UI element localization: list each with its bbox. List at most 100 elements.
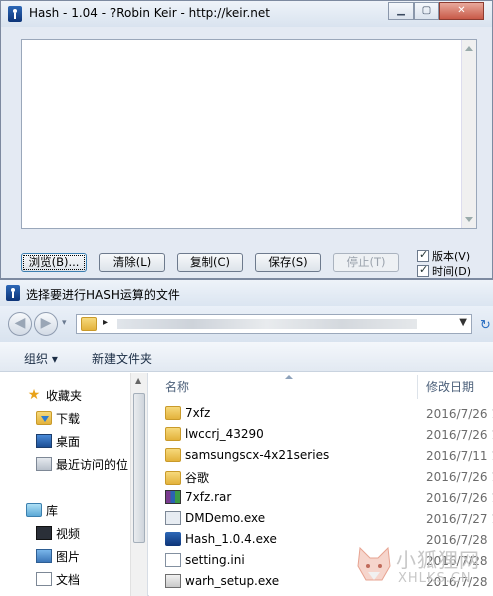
library-icon <box>26 503 42 517</box>
nav-item-recent[interactable]: 最近访问的位 <box>36 456 128 472</box>
forward-button[interactable]: ▶ <box>34 312 58 336</box>
video-icon <box>36 526 52 540</box>
hash-output-area[interactable] <box>21 39 477 229</box>
recent-pages-chevron-icon[interactable]: ▾ <box>62 318 67 328</box>
file-row[interactable]: DMDemo.exe 2016/7/27 1 <box>149 508 493 529</box>
file-name: 7xfz.rar <box>185 490 232 504</box>
version-label: 版本(V) <box>432 250 471 263</box>
hash-window: Hash - 1.04 - ?Robin Keir - http://keir.… <box>0 0 493 279</box>
file-name-cell: lwccrj_43290 <box>165 427 264 441</box>
file-name: lwccrj_43290 <box>185 427 264 441</box>
version-checkbox[interactable] <box>417 248 429 262</box>
nav-item-downloads[interactable]: 下载 <box>36 410 80 426</box>
maximize-icon: ▢ <box>421 5 432 16</box>
time-option[interactable]: 时间(D) <box>417 263 472 278</box>
back-button[interactable]: ◀ <box>8 312 32 336</box>
nav-item-libraries[interactable]: 库 <box>26 502 58 518</box>
folder-icon <box>165 406 181 420</box>
file-name-cell: DMDemo.exe <box>165 511 265 525</box>
column-header-name[interactable]: 名称 <box>165 373 189 401</box>
picture-icon <box>36 549 52 563</box>
nav-item-favorites[interactable]: ★ 收藏夹 <box>26 387 82 403</box>
nav-item-documents[interactable]: 文档 <box>36 571 80 587</box>
column-separator[interactable] <box>417 375 418 399</box>
file-row[interactable]: lwccrj_43290 2016/7/26 1 <box>149 424 493 445</box>
copy-button[interactable]: 复制(C) <box>177 253 243 272</box>
scroll-down-icon[interactable] <box>465 217 473 222</box>
file-date: 2016/7/26 1 <box>426 428 493 442</box>
nav-item-pictures[interactable]: 图片 <box>36 548 80 564</box>
scroll-up-icon[interactable]: ▲ <box>135 376 141 385</box>
document-icon <box>36 572 52 586</box>
desktop-icon <box>36 434 52 448</box>
dialog-toolbar: 组织 ▾ 新建文件夹 <box>0 342 493 372</box>
file-row[interactable]: 7xfz.rar 2016/7/26 1 <box>149 487 493 508</box>
nav-item-desktop[interactable]: 桌面 <box>36 433 80 449</box>
watermark-en: XHLKS.CN <box>398 571 472 586</box>
ini-icon <box>165 553 181 567</box>
close-icon: ✕ <box>457 5 466 16</box>
file-name: 7xfz <box>185 406 211 420</box>
version-option[interactable]: 版本(V) <box>417 248 471 263</box>
address-bar[interactable]: ▸ ▼ <box>76 314 472 334</box>
file-date: 2016/7/27 1 <box>426 512 493 526</box>
address-path-blurred <box>117 319 417 329</box>
nav-label: 最近访问的位 <box>56 457 129 472</box>
time-checkbox[interactable] <box>417 263 429 277</box>
save-button[interactable]: 保存(S) <box>255 253 321 272</box>
breadcrumb-arrow-icon[interactable]: ▸ <box>103 317 108 328</box>
file-name-cell: 谷歌 <box>165 469 209 486</box>
file-name-cell: 7xfz <box>165 406 210 420</box>
nav-label: 下载 <box>56 411 81 426</box>
organize-button[interactable]: 组织 ▾ <box>24 350 58 367</box>
exe-icon <box>165 511 181 525</box>
address-dropdown-icon[interactable]: ▼ <box>459 317 467 328</box>
stop-button[interactable]: 停止(T) <box>333 253 399 272</box>
folder-icon <box>81 317 97 331</box>
time-label: 时间(D) <box>432 265 472 278</box>
file-row[interactable]: samsungscx-4x21series 2016/7/11 1 <box>149 445 493 466</box>
refresh-icon[interactable]: ↻ <box>480 318 491 333</box>
minimize-button[interactable]: ▁ <box>388 2 414 20</box>
nav-label: 库 <box>46 503 59 518</box>
minimize-icon: ▁ <box>397 5 405 16</box>
dialog-title: 选择要进行HASH运算的文件 <box>26 288 180 302</box>
file-date: 2016/7/26 1 <box>426 407 493 421</box>
navigation-pane: ★ 收藏夹 下载 桌面 最近访问的位 库 视频 图片 文档 ▲ <box>0 373 148 596</box>
file-name: 谷歌 <box>185 471 210 485</box>
folder-icon <box>165 427 181 441</box>
file-name-cell: setting.ini <box>165 553 245 567</box>
column-header-date[interactable]: 修改日期 <box>426 373 474 401</box>
hash-titlebar[interactable]: Hash - 1.04 - ?Robin Keir - http://keir.… <box>1 1 492 27</box>
folder-icon <box>165 470 181 485</box>
star-icon: ★ <box>27 387 41 403</box>
new-folder-button[interactable]: 新建文件夹 <box>92 350 152 367</box>
dialog-titlebar[interactable]: 选择要进行HASH运算的文件 <box>0 280 493 306</box>
nav-scrollbar[interactable]: ▲ <box>130 373 147 596</box>
sort-ascending-icon <box>285 375 293 379</box>
file-name-cell: samsungscx-4x21series <box>165 448 329 462</box>
hash-window-title: Hash - 1.04 - ?Robin Keir - http://keir.… <box>29 6 270 20</box>
file-name: DMDemo.exe <box>185 511 266 525</box>
nav-label: 收藏夹 <box>46 388 83 403</box>
clear-button[interactable]: 清除(L) <box>99 253 165 272</box>
recent-places-icon <box>36 457 52 471</box>
address-row: ◀ ▶ ▾ ▸ ▼ ↻ <box>0 306 493 342</box>
nav-label: 图片 <box>56 549 81 564</box>
file-row[interactable]: 谷歌 2016/7/26 1 <box>149 466 493 487</box>
close-button[interactable]: ✕ <box>439 2 484 20</box>
file-row[interactable]: 7xfz 2016/7/26 1 <box>149 403 493 424</box>
fox-logo-icon <box>357 546 391 581</box>
forward-arrow-icon: ▶ <box>40 315 52 331</box>
output-scrollbar[interactable] <box>461 40 476 228</box>
rar-icon <box>165 490 181 504</box>
file-name: samsungscx-4x21series <box>185 448 330 462</box>
folder-icon <box>165 448 181 462</box>
nav-scroll-thumb[interactable] <box>133 393 145 543</box>
maximize-button[interactable]: ▢ <box>414 2 439 20</box>
browse-button[interactable]: 浏览(B)... <box>21 253 87 272</box>
file-name-cell: Hash_1.0.4.exe <box>165 532 277 546</box>
hash-icon <box>165 532 181 546</box>
scroll-up-icon[interactable] <box>465 46 473 51</box>
nav-item-videos[interactable]: 视频 <box>36 525 80 541</box>
